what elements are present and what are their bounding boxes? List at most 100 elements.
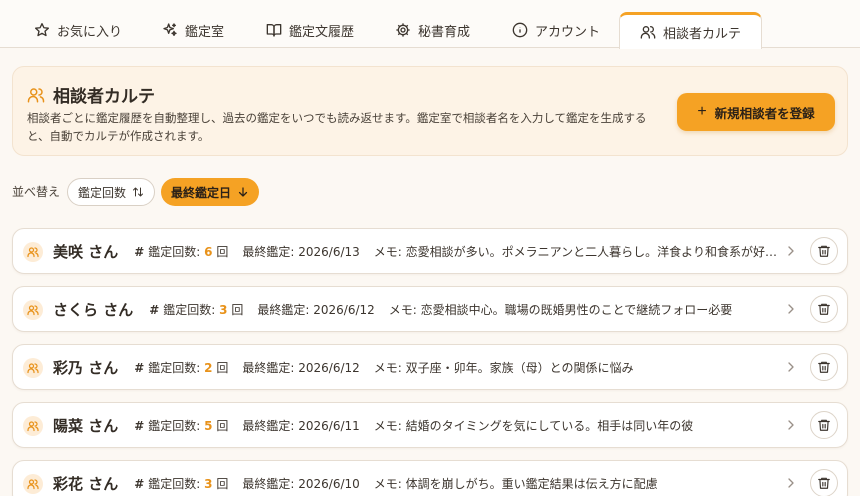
hash-icon: # — [134, 418, 145, 433]
info-icon — [512, 22, 528, 38]
hash-icon: # — [134, 476, 145, 491]
delete-client-button[interactable] — [810, 237, 838, 265]
users-icon — [27, 479, 39, 490]
client-records-header-card: 相談者カルテ 相談者ごとに鑑定履歴を自動整理し、過去の鑑定をいつでも読み返せます… — [12, 66, 848, 156]
client-row[interactable]: さくら さん # 鑑定回数: 3 回 最終鑑定: 2026/6/12 メモ: 恋愛… — [12, 286, 848, 332]
reading-count-value: 3 — [204, 476, 213, 491]
hash-icon: # — [149, 302, 160, 317]
reading-count-label: 鑑定回数: — [163, 302, 216, 317]
chevron-right-icon[interactable] — [783, 301, 799, 317]
reading-count-unit: 回 — [216, 418, 229, 433]
tab-label: お気に入り — [57, 24, 123, 40]
reading-count: # 鑑定回数: 2 回 — [134, 359, 228, 376]
delete-client-button[interactable] — [810, 411, 838, 439]
tab-label: 鑑定文履歴 — [289, 24, 355, 40]
last-reading-label: 最終鑑定: — [242, 360, 295, 375]
star-icon — [35, 23, 49, 37]
users-icon — [640, 26, 656, 39]
delete-client-button[interactable] — [810, 295, 838, 323]
tab-reading-history[interactable]: 鑑定文履歴 — [262, 12, 358, 48]
client-name: さくら さん — [53, 300, 134, 319]
tab-secretary-training[interactable]: 秘書育成 — [391, 12, 474, 48]
gear-icon — [396, 23, 410, 37]
last-reading: 最終鑑定: 2026/6/11 — [242, 417, 359, 434]
reading-count-label: 鑑定回数: — [148, 476, 201, 491]
last-reading-label: 最終鑑定: — [242, 476, 295, 491]
last-reading-date: 2026/6/12 — [298, 360, 360, 375]
last-reading-label: 最終鑑定: — [257, 302, 310, 317]
sparkles-icon — [163, 23, 177, 36]
client-name: 彩花 さん — [53, 474, 119, 493]
chevron-right-icon[interactable] — [783, 243, 799, 259]
sort-option-label: 鑑定回数 — [77, 185, 126, 200]
hash-icon: # — [134, 360, 145, 375]
tab-label: アカウント — [535, 24, 601, 40]
book-icon — [266, 24, 282, 37]
users-icon — [27, 421, 39, 432]
users-icon — [27, 87, 45, 102]
tab-label: 秘書育成 — [418, 24, 471, 40]
avatar — [23, 416, 43, 436]
last-reading-date: 2026/6/13 — [298, 244, 360, 259]
arrow-down-icon — [238, 187, 248, 197]
reading-count: # 鑑定回数: 3 回 — [149, 301, 243, 318]
reading-count-unit: 回 — [216, 476, 229, 491]
memo-text: 結婚のタイミングを気にしている。相手は同い年の彼 — [405, 418, 694, 433]
tab-account[interactable]: アカウント — [508, 12, 604, 48]
client-row[interactable]: 彩乃 さん # 鑑定回数: 2 回 最終鑑定: 2026/6/12 メモ: 双子座… — [12, 344, 848, 390]
delete-client-button[interactable] — [810, 469, 838, 496]
memo-label: メモ: — [373, 418, 402, 433]
page-title-text: 相談者カルテ — [53, 87, 155, 107]
reading-count: # 鑑定回数: 5 回 — [134, 417, 228, 434]
client-row[interactable]: 彩花 さん # 鑑定回数: 3 回 最終鑑定: 2026/6/10 メモ: 体調を… — [12, 460, 848, 496]
reading-count-value: 2 — [204, 360, 213, 375]
client-memo: メモ: 体調を崩しがち。重い鑑定結果は伝え方に配慮 — [374, 475, 783, 492]
last-reading-date: 2026/6/12 — [313, 302, 375, 317]
reading-count: # 鑑定回数: 3 回 — [134, 475, 228, 492]
tab-client-records[interactable]: 相談者カルテ — [619, 12, 763, 49]
client-name: 陽菜 さん — [53, 416, 119, 435]
chevron-right-icon[interactable] — [783, 359, 799, 375]
reading-count-value: 3 — [219, 302, 228, 317]
sort-label: 並べ替え — [12, 185, 61, 199]
trash-icon — [818, 477, 830, 489]
users-icon — [27, 247, 39, 258]
tab-reading-room[interactable]: 鑑定室 — [158, 12, 228, 48]
client-memo: メモ: 結婚のタイミングを気にしている。相手は同い年の彼 — [374, 417, 783, 434]
memo-text: 恋愛相談中心。職場の既婚男性のことで継続フォロー必要 — [420, 302, 733, 317]
sort-by-last-date-button[interactable]: 最終鑑定日 — [161, 178, 259, 206]
reading-count-label: 鑑定回数: — [148, 360, 201, 375]
trash-icon — [818, 303, 830, 315]
sort-by-count-button[interactable]: 鑑定回数 — [67, 178, 155, 206]
tab-favorites[interactable]: お気に入り — [30, 12, 126, 48]
last-reading-date: 2026/6/10 — [298, 476, 360, 491]
reading-count-unit: 回 — [231, 302, 244, 317]
page-title: 相談者カルテ — [27, 82, 155, 107]
memo-text: 体調を崩しがち。重い鑑定結果は伝え方に配慮 — [405, 476, 658, 491]
client-memo: メモ: 双子座・卯年。家族（母）との関係に悩み — [374, 359, 783, 376]
client-row[interactable]: 美咲 さん # 鑑定回数: 6 回 最終鑑定: 2026/6/13 メモ: 恋愛相… — [12, 228, 848, 274]
tab-label: 鑑定室 — [185, 24, 225, 40]
chevron-right-icon[interactable] — [783, 417, 799, 433]
memo-label: メモ: — [373, 360, 402, 375]
plus-icon: + — [697, 103, 707, 120]
reading-count-value: 5 — [204, 418, 213, 433]
client-memo: メモ: 恋愛相談中心。職場の既婚男性のことで継続フォロー必要 — [389, 301, 783, 318]
users-icon — [27, 305, 39, 316]
memo-label: メモ: — [388, 302, 417, 317]
sort-option-label: 最終鑑定日 — [170, 185, 231, 200]
client-name: 彩乃 さん — [53, 358, 119, 377]
memo-label: メモ: — [373, 476, 402, 491]
avatar — [23, 474, 43, 494]
trash-icon — [818, 361, 830, 373]
last-reading: 最終鑑定: 2026/6/10 — [242, 475, 359, 492]
client-name: 美咲 さん — [53, 242, 119, 261]
reading-count-label: 鑑定回数: — [148, 244, 201, 259]
reading-count-label: 鑑定回数: — [148, 418, 201, 433]
chevron-right-icon[interactable] — [783, 475, 799, 491]
client-row[interactable]: 陽菜 さん # 鑑定回数: 5 回 最終鑑定: 2026/6/11 メモ: 結婚の… — [12, 402, 848, 448]
add-client-button[interactable]: + 新規相談者を登録 — [677, 93, 835, 131]
avatar — [23, 358, 43, 378]
delete-client-button[interactable] — [810, 353, 838, 381]
memo-text: 恋愛相談が多い。ポメラニアンと二人暮らし。洋食より和食系が好み。 — [405, 244, 783, 259]
